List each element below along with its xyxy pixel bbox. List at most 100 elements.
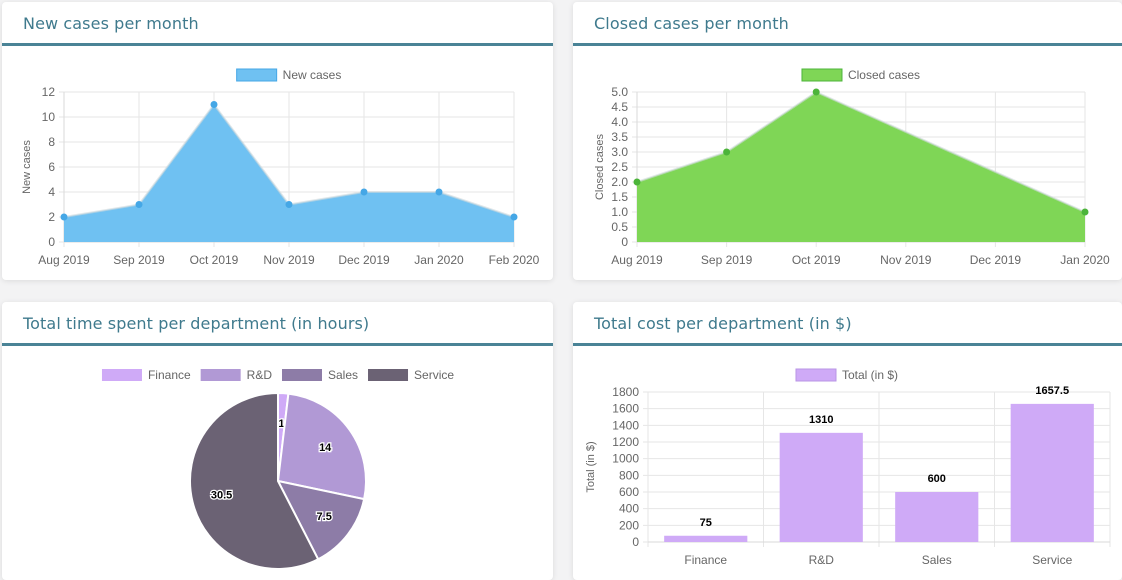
y-tick-label: 400 bbox=[619, 502, 639, 516]
legend-label: R&D bbox=[247, 368, 273, 382]
y-tick-label: 5.0 bbox=[611, 85, 628, 99]
y-tick-label: 0 bbox=[621, 235, 628, 249]
y-tick-label: 6 bbox=[48, 160, 55, 174]
legend-swatch bbox=[281, 369, 322, 381]
data-point bbox=[210, 101, 218, 108]
card-header: Total time spent per department (in hour… bbox=[2, 302, 553, 346]
x-tick-label: Jan 2020 bbox=[1060, 253, 1110, 267]
card-title: Total time spent per department (in hour… bbox=[23, 314, 370, 333]
legend-swatch bbox=[801, 68, 843, 82]
x-tick-label: Service bbox=[1032, 553, 1072, 567]
legend-label: New cases bbox=[283, 68, 342, 82]
x-tick-label: Dec 2019 bbox=[970, 253, 1022, 267]
y-tick-label: 0.5 bbox=[611, 220, 628, 234]
y-tick-label: 1400 bbox=[612, 418, 639, 432]
x-tick-label: Sales bbox=[922, 553, 952, 567]
time-per-department-chart: 1147.530.5Finance R&D Sales Service bbox=[101, 368, 454, 570]
legend-swatch bbox=[236, 68, 278, 82]
card-header: Closed cases per month bbox=[573, 2, 1122, 46]
data-point bbox=[510, 213, 518, 221]
data-point bbox=[812, 88, 820, 96]
y-tick-label: 0 bbox=[632, 535, 639, 549]
card-header: Total cost per department (in $) bbox=[573, 302, 1122, 346]
data-label: 1310 bbox=[809, 414, 833, 426]
x-tick-label: Aug 2019 bbox=[38, 253, 90, 267]
x-tick-label: Sep 2019 bbox=[701, 253, 753, 267]
y-tick-label: 3.0 bbox=[611, 145, 628, 159]
time-per-department-card: Total time spent per department (in hour… bbox=[2, 302, 553, 580]
y-tick-label: 4.0 bbox=[611, 115, 628, 129]
legend-label: Sales bbox=[328, 368, 358, 382]
bar bbox=[895, 492, 979, 542]
x-tick-label: Sep 2019 bbox=[113, 253, 165, 267]
legend-label: Service bbox=[414, 368, 454, 382]
y-axis-title: Total (in $) bbox=[585, 441, 597, 492]
card-title: New cases per month bbox=[23, 14, 199, 33]
y-tick-label: 1800 bbox=[612, 385, 639, 399]
closed-cases-card: Closed cases per month 0 0.5 1.0 1.5 2.0 2.5 3… bbox=[573, 2, 1122, 280]
x-tick-label: Dec 2019 bbox=[338, 253, 390, 267]
legend-swatch bbox=[200, 369, 241, 381]
data-point bbox=[285, 201, 293, 208]
new-cases-chart: 0 2 4 6 8 10 12 Aug 2019 Sep 2019 Oct 2019 Nov 201… bbox=[21, 68, 540, 267]
y-tick-label: 3.5 bbox=[611, 130, 628, 144]
y-tick-label: 1.0 bbox=[611, 205, 628, 219]
data-label: 75 bbox=[700, 517, 712, 529]
data-label: 14 bbox=[319, 442, 332, 454]
legend-swatch bbox=[101, 369, 142, 381]
y-tick-label: 0 bbox=[48, 235, 55, 249]
data-point bbox=[435, 188, 443, 196]
y-tick-label: 12 bbox=[42, 85, 56, 99]
y-tick-label: 4 bbox=[48, 185, 55, 199]
x-tick-label: Finance bbox=[684, 553, 727, 567]
y-tick-label: 800 bbox=[619, 468, 639, 482]
y-tick-label: 600 bbox=[619, 485, 639, 499]
legend-label: Closed cases bbox=[848, 68, 920, 82]
legend-swatch bbox=[795, 368, 837, 382]
y-tick-label: 2.5 bbox=[611, 160, 628, 174]
new-cases-card: New cases per month 0 2 4 6 8 10 12 Aug 2019 Sep… bbox=[2, 2, 553, 280]
card-title: Closed cases per month bbox=[594, 14, 789, 33]
x-tick-label: Aug 2019 bbox=[611, 253, 663, 267]
closed-cases-chart: 00.51.01.52.02.53.03.54.04.55.0 Aug 2019 S… bbox=[594, 68, 1110, 267]
card-header: New cases per month bbox=[2, 2, 553, 46]
y-tick-label: 1200 bbox=[612, 435, 639, 449]
legend-label: Finance bbox=[148, 368, 191, 382]
y-tick-label: 2 bbox=[48, 210, 55, 224]
y-axis-title: Closed cases bbox=[594, 133, 606, 200]
y-tick-label: 200 bbox=[619, 518, 639, 532]
data-point bbox=[633, 178, 641, 186]
y-tick-label: 1000 bbox=[612, 452, 639, 466]
card-title: Total cost per department (in $) bbox=[594, 314, 852, 333]
data-label: 1657.5 bbox=[1035, 385, 1069, 397]
data-label: 30.5 bbox=[211, 490, 232, 502]
data-point bbox=[1081, 208, 1089, 216]
y-tick-label: 1600 bbox=[612, 402, 639, 416]
bar bbox=[664, 535, 748, 542]
y-tick-label: 10 bbox=[42, 110, 56, 124]
y-tick-label: 4.5 bbox=[611, 100, 628, 114]
legend-swatch bbox=[368, 369, 409, 381]
data-point bbox=[360, 188, 368, 196]
x-tick-label: Feb 2020 bbox=[489, 253, 540, 267]
x-tick-label: Jan 2020 bbox=[414, 253, 464, 267]
x-tick-label: Oct 2019 bbox=[190, 253, 239, 267]
cost-per-department-card: Total cost per department (in $) 0 200 400… bbox=[573, 302, 1122, 580]
bar bbox=[1010, 403, 1094, 542]
x-tick-label: Nov 2019 bbox=[263, 253, 315, 267]
data-point bbox=[60, 213, 68, 221]
cost-per-department-chart: 0 200 400 600 800 1000 1200 1400 1600 1800 75 Finan… bbox=[585, 368, 1111, 567]
x-tick-label: Nov 2019 bbox=[880, 253, 932, 267]
data-label: 7.5 bbox=[317, 511, 332, 523]
x-tick-label: Oct 2019 bbox=[792, 253, 841, 267]
x-tick-label: R&D bbox=[809, 553, 835, 567]
y-tick-label: 1.5 bbox=[611, 190, 628, 204]
data-label: 600 bbox=[928, 473, 946, 485]
data-point bbox=[135, 201, 143, 208]
y-tick-label: 2.0 bbox=[611, 175, 628, 189]
data-point bbox=[723, 148, 731, 156]
bar bbox=[779, 432, 863, 542]
legend-label: Total (in $) bbox=[842, 368, 898, 382]
y-axis-title: New cases bbox=[21, 140, 33, 194]
y-tick-label: 8 bbox=[48, 135, 55, 149]
